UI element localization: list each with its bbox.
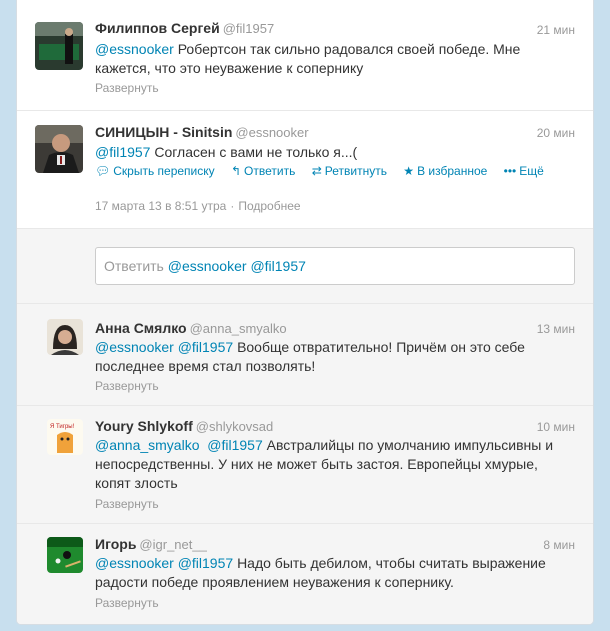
reply-area: Ответить @essnooker @fil1957: [17, 228, 593, 304]
tweet-time[interactable]: 20 мин: [537, 126, 575, 140]
conversation-thread: Филиппов Сергей @fil1957 21 мин @essnooke…: [16, 0, 594, 625]
retweet-button[interactable]: ⇄ Ретвитнуть: [312, 164, 387, 178]
expand-link[interactable]: Развернуть: [95, 497, 159, 511]
mention-link[interactable]: @anna_smyalko: [95, 437, 200, 453]
avatar-essnooker[interactable]: [35, 125, 83, 173]
avatar-caption: Я Тигры!: [50, 424, 75, 430]
author-fullname[interactable]: Игорь: [95, 536, 136, 552]
avatar-shlykovsad[interactable]: Я Тигры!: [47, 419, 83, 455]
retweet-icon: ⇄: [311, 164, 322, 178]
tweet-time[interactable]: 10 мин: [537, 420, 575, 434]
tweet-essnooker[interactable]: СИНИЦЫН - Sinitsin @essnooker 20 мин @fil…: [17, 111, 593, 228]
author-username[interactable]: @igr_net__: [139, 537, 206, 552]
tweet-time[interactable]: 13 мин: [537, 322, 575, 336]
expand-link[interactable]: Развернуть: [95, 379, 159, 393]
expand-link[interactable]: Развернуть: [95, 596, 159, 610]
tweet-time[interactable]: 8 мин: [543, 538, 575, 552]
tweet-meta: 17 марта 13 в 8:51 утра · Подробнее: [95, 199, 301, 213]
author-fullname[interactable]: Филиппов Сергей: [95, 20, 220, 36]
reply-arrow-icon: ↰: [230, 164, 242, 178]
tweet-anna-smyalko[interactable]: Анна Смялко @anna_smyalko 13 мин @essnook…: [17, 304, 593, 406]
more-button[interactable]: ••• Ещё: [504, 164, 544, 178]
tweet-shlykovsad[interactable]: Я Тигры! Youry Shlykoff @shlykovsad 10 ми…: [17, 406, 593, 524]
tweet-actions: 💬︎ Скрыть переписку ↰ Ответить ⇄ Ретвитнуть…: [95, 164, 557, 178]
tweet-text: @anna_smyalko @fil1957 Австралийцы по ум…: [95, 437, 554, 491]
avatar-igr-net[interactable]: [47, 537, 83, 573]
tweet-timestamp[interactable]: 17 марта 13 в 8:51 утра: [95, 199, 226, 213]
mention-link[interactable]: @fil1957: [95, 144, 150, 160]
speech-bubble-icon: 💬︎: [95, 164, 111, 178]
avatar-fil1957[interactable]: [35, 22, 83, 70]
mention-link[interactable]: @fil1957: [207, 437, 262, 453]
mention-link[interactable]: @essnooker: [95, 41, 174, 57]
tweet-text: @fil1957 Согласен с вами не только я...(: [95, 144, 358, 160]
expand-link[interactable]: Развернуть: [95, 81, 159, 95]
mention-link[interactable]: @fil1957: [178, 339, 233, 355]
author-fullname[interactable]: СИНИЦЫН - Sinitsin: [95, 124, 232, 140]
author-fullname[interactable]: Анна Смялко: [95, 320, 187, 336]
avatar-anna-smyalko[interactable]: [47, 319, 83, 355]
tweet-text: @essnooker @fil1957 Вообще отвратительно…: [95, 339, 525, 374]
reply-input[interactable]: Ответить @essnooker @fil1957: [95, 247, 575, 285]
tweet-time[interactable]: 21 мин: [537, 23, 575, 37]
star-icon: ★: [403, 164, 415, 178]
hide-conversation-button[interactable]: 💬︎ Скрыть переписку: [95, 164, 215, 178]
tweet-igr-net[interactable]: Игорь @igr_net__ 8 мин @essnooker @fil195…: [17, 524, 593, 624]
tweet-fil1957[interactable]: Филиппов Сергей @fil1957 21 мин @essnooke…: [17, 0, 593, 111]
reply-button[interactable]: ↰ Ответить: [231, 164, 295, 178]
mention-link[interactable]: @essnooker: [95, 339, 174, 355]
author-fullname[interactable]: Youry Shlykoff: [95, 418, 193, 434]
author-username[interactable]: @essnooker: [235, 125, 308, 140]
tweet-text: @essnooker Робертсон так сильно радовалс…: [95, 41, 521, 76]
favorite-button[interactable]: ★ В избранное: [403, 164, 487, 178]
mention-link[interactable]: @essnooker: [95, 555, 174, 571]
author-username[interactable]: @fil1957: [223, 21, 275, 36]
mention-link[interactable]: @fil1957: [178, 555, 233, 571]
tweet-text: @essnooker @fil1957 Надо быть дебилом, ч…: [95, 555, 546, 590]
author-username[interactable]: @anna_smyalko: [190, 321, 287, 336]
more-dots-icon: •••: [503, 164, 517, 178]
details-link[interactable]: Подробнее: [238, 199, 300, 213]
author-username[interactable]: @shlykovsad: [196, 419, 274, 434]
